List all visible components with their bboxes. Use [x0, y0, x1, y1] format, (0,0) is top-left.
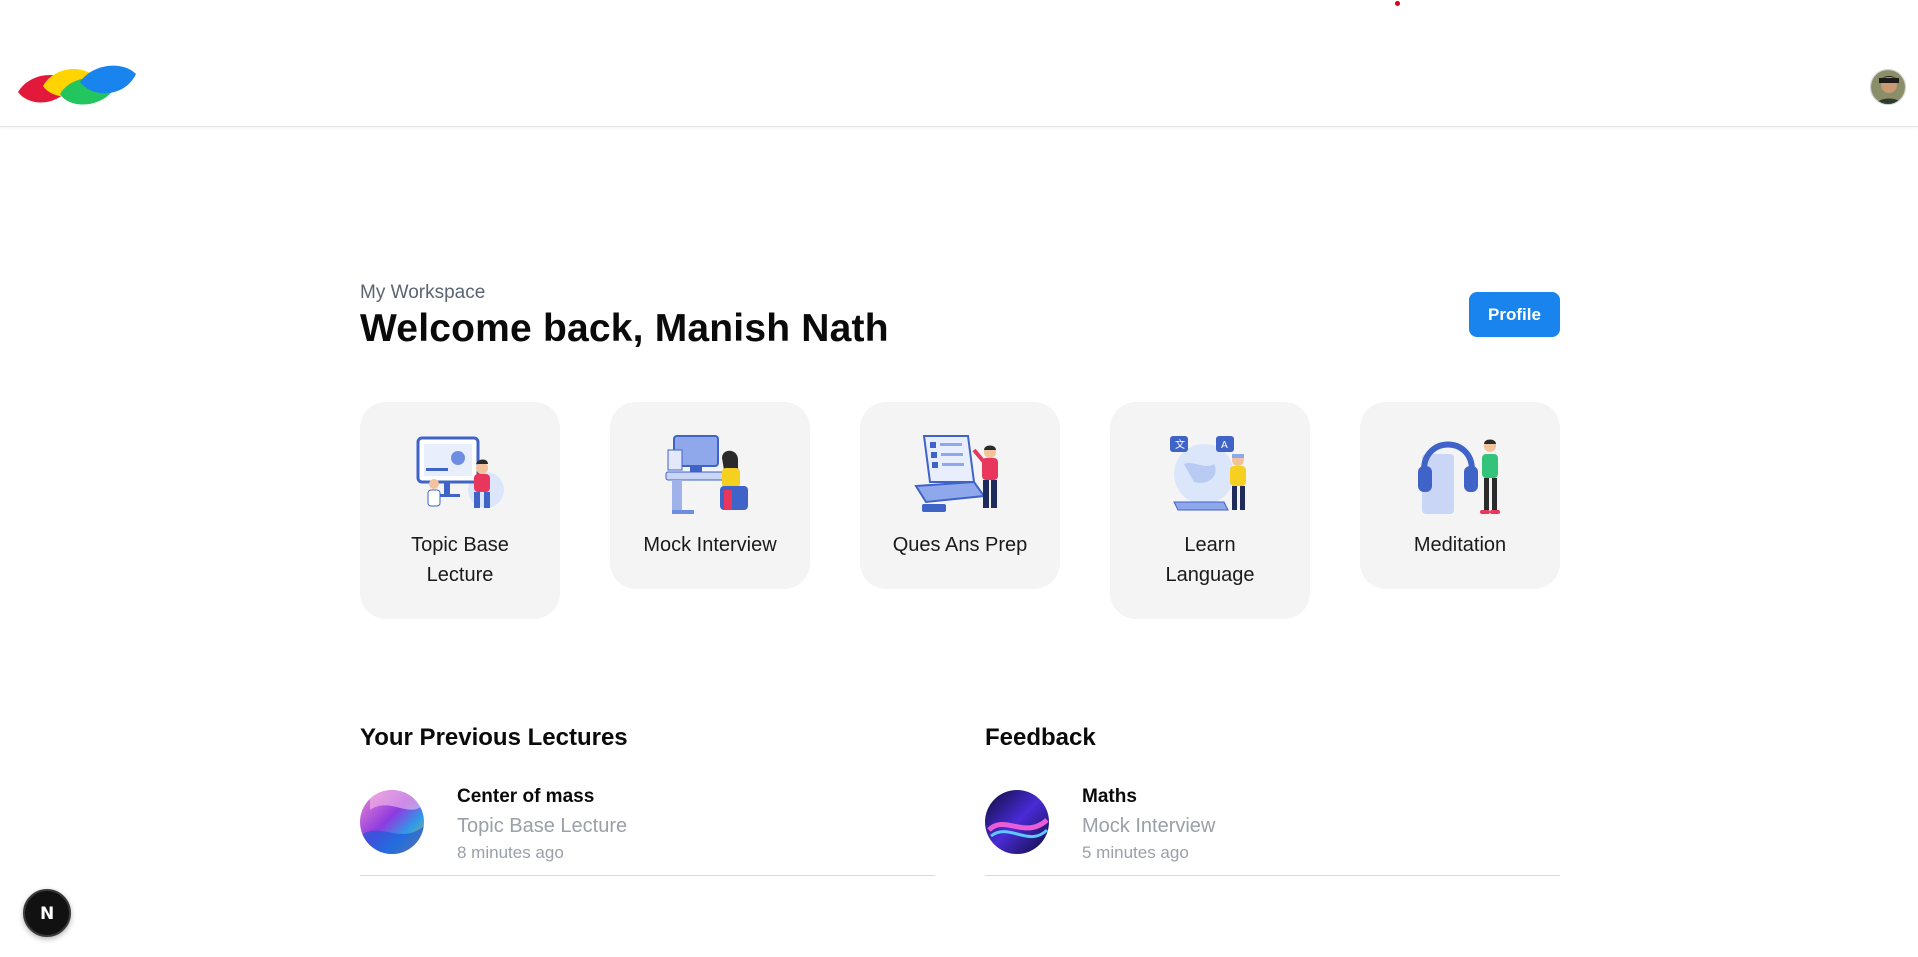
svg-text:文: 文: [1175, 438, 1185, 451]
feedback-heading: Feedback: [985, 724, 1096, 751]
card-label: Topic Base Lecture: [411, 534, 509, 586]
lecture-list-item[interactable]: Center of mass Topic Base Lecture 8 minu…: [360, 781, 935, 876]
card-label: Ques Ans Prep: [892, 534, 1028, 556]
previous-lectures-heading: Your Previous Lectures: [360, 724, 628, 751]
svg-text:N: N: [40, 904, 54, 924]
lecture-type: Topic Base Lecture: [457, 815, 628, 837]
svg-text:A: A: [1221, 440, 1228, 451]
user-avatar-icon[interactable]: [1870, 69, 1906, 105]
globe-language-illustration-icon: 文 A: [1170, 436, 1246, 511]
page-title: Welcome back, Manish Nath: [360, 307, 889, 350]
profile-button[interactable]: Profile: [1469, 292, 1560, 337]
feedback-list-item[interactable]: Maths Mock Interview 5 minutes ago: [985, 781, 1560, 876]
card-learn-language[interactable]: 文 A Learn Language: [1110, 402, 1310, 619]
laptop-quiz-illustration-icon: [914, 435, 998, 512]
interview-illustration-icon: [665, 435, 748, 514]
workspace-label: My Workspace: [360, 282, 486, 303]
lecture-illustration-icon: [416, 436, 504, 508]
top-navbar: [0, 0, 1918, 127]
card-meditation[interactable]: Meditation: [1360, 402, 1560, 589]
card-label: Learn Language: [1165, 534, 1255, 586]
card-topic-base-lecture[interactable]: Topic Base Lecture: [360, 402, 560, 619]
feedback-thumbnail-icon: [985, 790, 1049, 854]
nextjs-badge-icon[interactable]: N: [23, 889, 71, 937]
feedback-timestamp: 5 minutes ago: [1082, 843, 1189, 862]
lecture-timestamp: 8 minutes ago: [457, 843, 564, 862]
headphones-illustration-icon: [1418, 439, 1500, 514]
feedback-title: Maths: [1082, 786, 1137, 807]
card-label: Meditation: [1413, 534, 1507, 556]
lecture-thumbnail-icon: [360, 790, 424, 854]
card-label: Mock Interview: [643, 534, 777, 556]
card-mock-interview[interactable]: Mock Interview: [610, 402, 810, 589]
notification-dot: [1395, 1, 1400, 6]
lecture-title: Center of mass: [457, 786, 595, 807]
card-ques-ans-prep[interactable]: Ques Ans Prep: [860, 402, 1060, 589]
multicolor-leaf-logo-icon[interactable]: [16, 62, 138, 112]
feedback-type: Mock Interview: [1082, 815, 1216, 837]
